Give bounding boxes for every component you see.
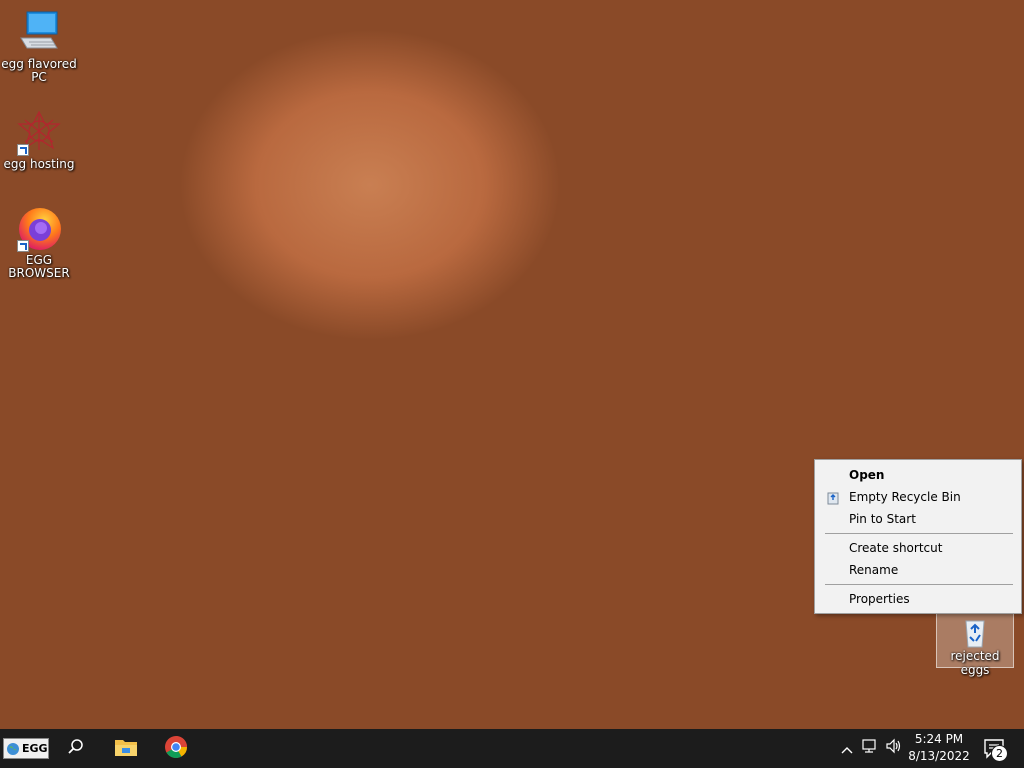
- desktop-icon-label: egg flavored PC: [1, 57, 77, 84]
- firefox-icon: [15, 206, 63, 252]
- chevron-up-icon: [841, 739, 853, 758]
- menu-item-open[interactable]: Open: [815, 464, 1021, 486]
- speaker-icon: [885, 738, 903, 758]
- context-menu: Open Empty Recycle Bin Pin to Start Crea…: [814, 459, 1022, 614]
- menu-separator: [825, 584, 1013, 585]
- network-icon: [861, 738, 879, 758]
- menu-item-label: Empty Recycle Bin: [849, 490, 961, 504]
- desktop-icon-recycle-bin[interactable]: rejected eggs: [936, 612, 1014, 677]
- menu-item-label: Create shortcut: [849, 541, 943, 555]
- shortcut-arrow-icon: [17, 144, 29, 156]
- desktop-wallpaper[interactable]: egg flavored PC egg hosting EGG BROWSER …: [0, 0, 1024, 729]
- chrome-icon: [164, 735, 188, 763]
- search-icon: [67, 738, 85, 760]
- notification-count-badge: 2: [991, 745, 1008, 762]
- menu-item-properties[interactable]: Properties: [815, 588, 1021, 610]
- file-explorer-icon: [114, 737, 138, 761]
- start-button[interactable]: EGG: [3, 738, 49, 759]
- desktop-icon-egg-browser[interactable]: EGG BROWSER: [1, 206, 77, 280]
- desktop-icon-this-pc[interactable]: egg flavored PC: [1, 10, 77, 84]
- desktop-icon-egg-hosting[interactable]: egg hosting: [1, 110, 77, 171]
- menu-item-label: Rename: [849, 563, 899, 577]
- menu-item-label: Pin to Start: [849, 512, 916, 526]
- menu-item-pin-to-start[interactable]: Pin to Start: [815, 508, 1021, 530]
- globe-icon: [6, 742, 20, 756]
- desktop-icon-label: egg hosting: [3, 157, 75, 171]
- action-center-button[interactable]: 2: [980, 734, 1010, 764]
- menu-item-rename[interactable]: Rename: [815, 559, 1021, 581]
- file-explorer-button[interactable]: [102, 729, 150, 768]
- clock-time: 5:24 PM: [914, 732, 964, 746]
- chrome-button[interactable]: [152, 729, 200, 768]
- clock[interactable]: 5:24 PM 8/13/2022: [903, 731, 975, 765]
- clock-date: 8/13/2022: [908, 749, 970, 763]
- search-button[interactable]: [52, 729, 100, 768]
- shortcut-arrow-icon: [17, 240, 29, 252]
- menu-item-empty-recycle-bin[interactable]: Empty Recycle Bin: [815, 486, 1021, 508]
- taskbar: EGG 5:24 PM 8/13/2022 2: [0, 729, 1024, 768]
- start-button-label: EGG: [22, 742, 48, 755]
- recycle-bin-icon: [958, 615, 992, 649]
- menu-item-label: Properties: [849, 592, 910, 606]
- show-hidden-icons-button[interactable]: [837, 739, 857, 757]
- computer-icon: [15, 10, 63, 56]
- desktop-icon-label: rejected eggs: [950, 649, 1000, 677]
- desktop-icon-label: EGG BROWSER: [8, 253, 70, 280]
- menu-item-create-shortcut[interactable]: Create shortcut: [815, 537, 1021, 559]
- volume-button[interactable]: [884, 738, 904, 758]
- menu-separator: [825, 533, 1013, 534]
- web-hosting-icon: [15, 110, 63, 156]
- network-button[interactable]: [860, 739, 880, 757]
- recycle-icon: [826, 490, 840, 505]
- menu-item-label: Open: [849, 468, 885, 482]
